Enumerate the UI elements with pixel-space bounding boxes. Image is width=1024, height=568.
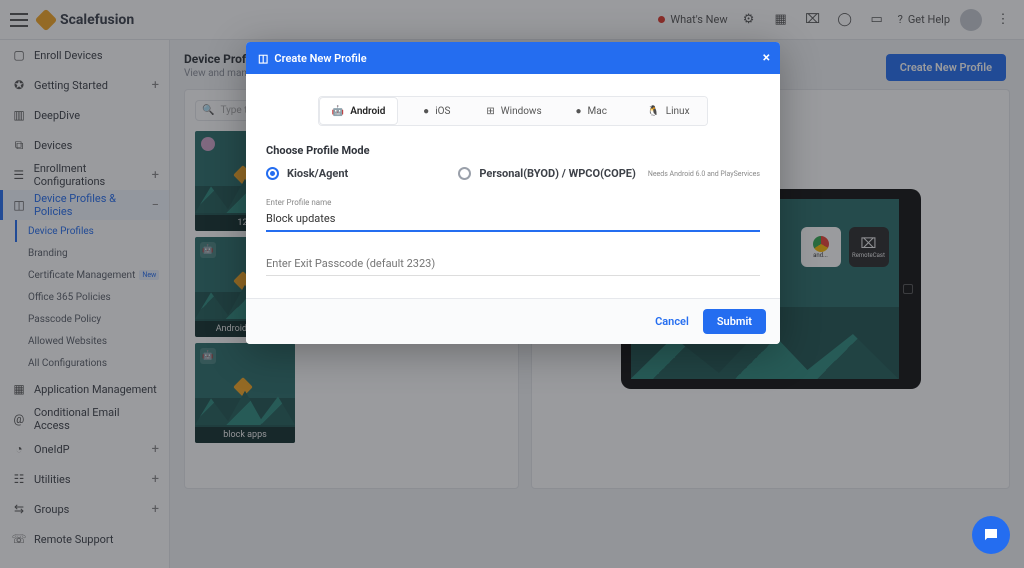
- submit-button[interactable]: Submit: [703, 309, 766, 334]
- cancel-button[interactable]: Cancel: [655, 315, 689, 328]
- profile-mode-options: Kiosk/Agent Personal(BYOD) / WPCO(COPE) …: [266, 167, 760, 180]
- radio-on-icon: [266, 167, 279, 180]
- profile-name-input[interactable]: [266, 209, 760, 232]
- os-tab-label: Android: [350, 106, 385, 117]
- os-tabs: 🤖 Android ● iOS ⊞ Windows ● Mac 🐧 Linux: [318, 96, 708, 126]
- exit-passcode-input[interactable]: [266, 254, 760, 276]
- os-tab-label: Mac: [588, 106, 607, 117]
- os-tab-ios[interactable]: ● iOS: [398, 97, 475, 125]
- android-icon: 🤖: [332, 106, 344, 117]
- radio-off-icon: [458, 167, 471, 180]
- profile-name-label: Enter Profile name: [266, 198, 760, 207]
- mac-icon: ●: [575, 106, 581, 117]
- modal-footer: Cancel Submit: [246, 298, 780, 344]
- mode-byod-label: Personal(BYOD) / WPCO(COPE): [479, 167, 635, 180]
- mode-option-byod[interactable]: Personal(BYOD) / WPCO(COPE) Needs Androi…: [458, 167, 760, 180]
- modal-close-button[interactable]: ×: [763, 50, 770, 66]
- os-tab-label: Windows: [501, 106, 542, 117]
- profile-header-icon: ◫: [258, 52, 268, 65]
- mode-section-title: Choose Profile Mode: [266, 144, 760, 157]
- os-tab-mac[interactable]: ● Mac: [553, 97, 630, 125]
- os-tab-linux[interactable]: 🐧 Linux: [630, 97, 707, 125]
- os-tab-label: Linux: [666, 106, 690, 117]
- windows-icon: ⊞: [486, 106, 494, 117]
- support-chat-button[interactable]: [972, 516, 1010, 554]
- os-tab-windows[interactable]: ⊞ Windows: [475, 97, 552, 125]
- mode-byod-note: Needs Android 6.0 and PlayServices: [648, 170, 760, 178]
- mode-kiosk-label: Kiosk/Agent: [287, 167, 348, 180]
- modal-header: ◫ Create New Profile ×: [246, 42, 780, 74]
- ios-icon: ●: [423, 106, 429, 117]
- linux-icon: 🐧: [647, 106, 659, 117]
- chat-bubble-icon: [982, 526, 1000, 544]
- os-tab-label: iOS: [435, 106, 450, 117]
- create-profile-modal: ◫ Create New Profile × 🤖 Android ● iOS ⊞ Wind…: [246, 42, 780, 344]
- mode-option-kiosk[interactable]: Kiosk/Agent: [266, 167, 348, 180]
- modal-title: Create New Profile: [274, 52, 366, 65]
- modal-body: 🤖 Android ● iOS ⊞ Windows ● Mac 🐧 Linux Choose Pr…: [246, 74, 780, 298]
- os-tab-android[interactable]: 🤖 Android: [319, 97, 398, 125]
